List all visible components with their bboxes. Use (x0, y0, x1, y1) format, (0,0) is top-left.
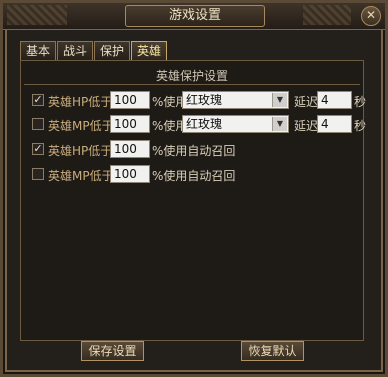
hero-hp-threshold-input[interactable]: 100 (110, 91, 150, 109)
hero-hp-recall-input[interactable]: 100 (110, 140, 150, 158)
hero-hp-recall-checkbox[interactable]: ✓ (32, 143, 44, 155)
seconds-unit-label: 秒 (354, 119, 367, 133)
delay-label: 延迟 (294, 119, 319, 133)
hero-mp-item-value: 红玫瑰 (186, 117, 223, 131)
hero-hp-item-value: 红玫瑰 (186, 93, 223, 107)
save-settings-button[interactable]: 保存设置 (81, 341, 144, 361)
restore-defaults-button[interactable]: 恢复默认 (241, 341, 304, 361)
hero-mp-recall-label: 英雄MP低于 (48, 169, 114, 183)
chevron-down-icon[interactable]: ▼ (272, 117, 287, 131)
hero-mp-potion-checkbox[interactable] (32, 118, 44, 130)
hero-hp-delay-input[interactable]: 4 (317, 91, 352, 109)
hero-hp-recall-label: 英雄HP低于 (48, 144, 113, 158)
hero-hp-potion-row: ✓ 英雄HP低于 100 %使用 红玫瑰 ▼ 延迟 4 秒 (32, 90, 366, 110)
title-ornament-left (7, 5, 67, 25)
section-title: 英雄保护设置 (155, 69, 228, 83)
hero-mp-potion-row: 英雄MP低于 100 %使用 红玫瑰 ▼ 延迟 4 秒 (32, 114, 366, 134)
auto-recall-label: %使用自动召回 (152, 169, 236, 183)
hero-hp-potion-checkbox[interactable]: ✓ (32, 94, 44, 106)
hero-hp-item-select[interactable]: 红玫瑰 ▼ (182, 91, 289, 109)
tab-bar: 基本 战斗 保护 英雄 (20, 41, 168, 61)
delay-label: 延迟 (294, 95, 319, 109)
close-icon[interactable]: ✕ (361, 6, 381, 26)
hero-mp-delay-input[interactable]: 4 (317, 115, 352, 133)
section-divider (24, 84, 360, 85)
hero-hp-recall-row: ✓ 英雄HP低于 100 %使用自动召回 (32, 139, 362, 159)
tab-basic[interactable]: 基本 (20, 41, 57, 60)
title-bar[interactable]: 游戏设置 ✕ (3, 3, 385, 30)
hero-mp-threshold-label: 英雄MP低于 (48, 119, 114, 133)
seconds-unit-label: 秒 (354, 95, 367, 109)
tab-hero[interactable]: 英雄 (131, 41, 168, 60)
hero-protection-panel: 英雄保护设置 ✓ 英雄HP低于 100 %使用 红玫瑰 ▼ 延迟 4 秒 英雄M… (20, 60, 366, 341)
hero-hp-threshold-label: 英雄HP低于 (48, 95, 113, 109)
tab-combat[interactable]: 战斗 (57, 41, 94, 60)
hero-mp-recall-checkbox[interactable] (32, 168, 44, 180)
hero-mp-recall-input[interactable]: 100 (110, 165, 150, 183)
window-title: 游戏设置 (125, 5, 265, 27)
title-ornament-right (303, 5, 351, 25)
hero-mp-recall-row: 英雄MP低于 100 %使用自动召回 (32, 164, 362, 184)
hero-mp-item-select[interactable]: 红玫瑰 ▼ (182, 115, 289, 133)
hero-mp-threshold-input[interactable]: 100 (110, 115, 150, 133)
chevron-down-icon[interactable]: ▼ (272, 93, 287, 107)
auto-recall-label: %使用自动召回 (152, 144, 236, 158)
settings-window: 游戏设置 ✕ 基本 战斗 保护 英雄 英雄保护设置 ✓ 英雄HP低于 100 %… (0, 0, 388, 377)
tab-protection[interactable]: 保护 (94, 41, 131, 60)
